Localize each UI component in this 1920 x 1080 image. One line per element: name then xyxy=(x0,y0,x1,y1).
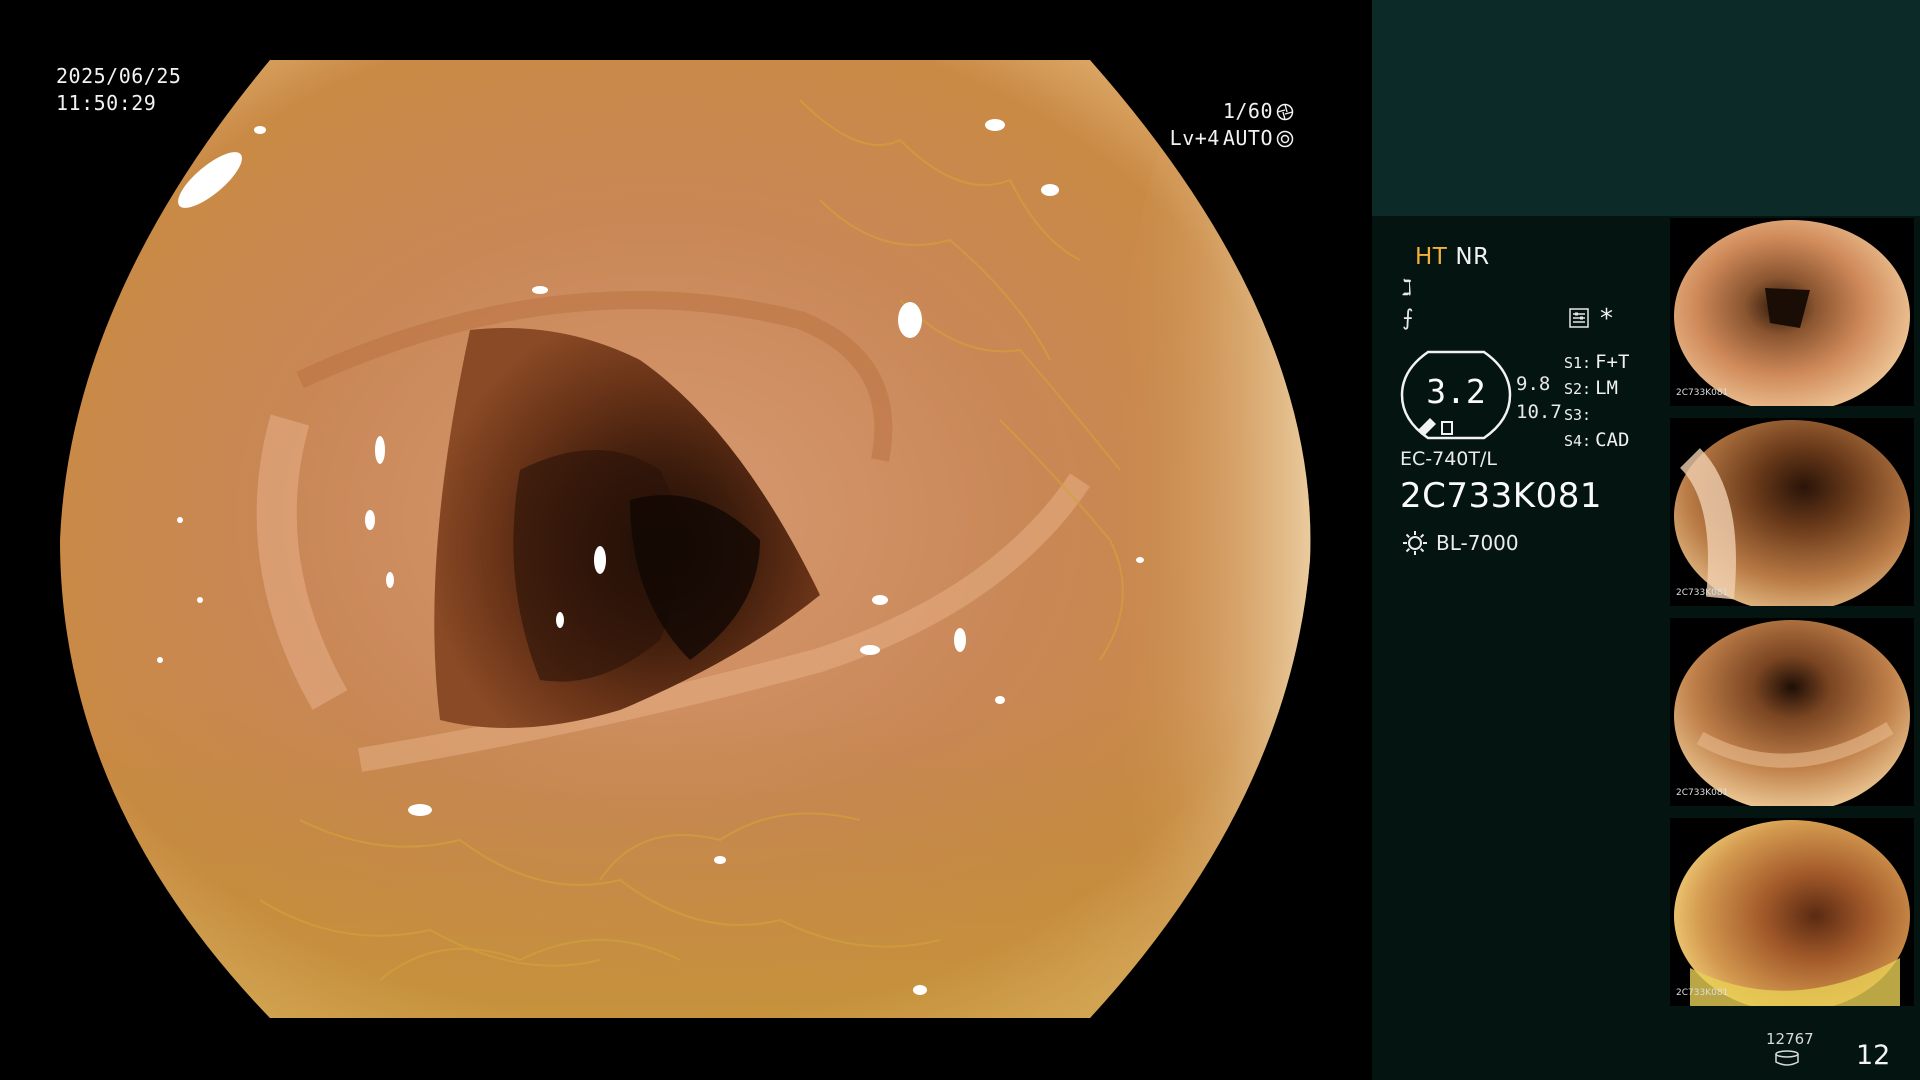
scope-model: EC-740T/L xyxy=(1400,448,1497,470)
image-count: 12767 xyxy=(1766,1030,1814,1048)
osd-time: 11:50:29 xyxy=(56,91,157,115)
endoscope-viewport: 2025/06/25 11:50:29 1/60 Lv+4 AUTO xyxy=(0,0,1372,1080)
page-number: 12 xyxy=(1856,1040,1891,1071)
panel-header-area xyxy=(1372,0,1920,216)
switch-row: S1: F+T xyxy=(1564,351,1630,373)
osd-date: 2025/06/25 xyxy=(56,64,182,88)
star-indicator: * xyxy=(1600,304,1613,334)
osd-iris: AUTO xyxy=(1222,126,1273,150)
thumbnail[interactable]: 2C733K081 xyxy=(1670,418,1914,606)
thumbnail-label: 2C733K081 xyxy=(1676,388,1729,398)
image-mode: HT NR xyxy=(1415,244,1490,270)
switch-row: S3: xyxy=(1564,406,1592,424)
color-enhance-icon: ⨍ xyxy=(1402,306,1414,331)
thumbnail-image xyxy=(1674,820,1910,1006)
switch-row: S4: CAD xyxy=(1564,429,1630,451)
thumbnail[interactable]: 2C733K081 xyxy=(1670,218,1914,406)
enhancement-gauge: 3.2 xyxy=(1400,350,1512,440)
thumbnail[interactable]: 2C733K081 xyxy=(1670,618,1914,806)
side-value-2: 10.7 xyxy=(1516,401,1562,423)
endoscope-live-image xyxy=(60,60,1311,1018)
switch-row: S2: LM xyxy=(1564,377,1618,399)
light-source-icon xyxy=(1403,531,1427,555)
thumbnail-label: 2C733K081 xyxy=(1676,588,1729,598)
thumbnail-label: 2C733K081 xyxy=(1676,988,1729,998)
capture-thumbnails: 2C733K081 2C733K081 2C733K081 2C733K081 xyxy=(1670,218,1914,1018)
thumbnail-image xyxy=(1674,420,1910,606)
osd-datetime: 2025/06/25 11:50:29 xyxy=(56,63,181,117)
memory-icon xyxy=(1569,308,1589,328)
thumbnail-label: 2C733K081 xyxy=(1676,788,1729,798)
osd-level: Lv+4 xyxy=(1169,126,1220,150)
shutter-icon xyxy=(1276,103,1294,120)
enhancement-value: 3.2 xyxy=(1426,372,1486,411)
light-source: BL-7000 xyxy=(1402,530,1519,556)
info-panel: HT NR ℷ ⨍ * 3.2 9.8 10.7 S1: F+T S2: LM S3: xyxy=(1372,0,1920,1080)
mode-nr-label: NR xyxy=(1455,244,1490,270)
enhancement-side-values: 9.8 10.7 xyxy=(1516,370,1562,426)
storage-icon xyxy=(1775,1050,1799,1066)
iris-icon xyxy=(1276,130,1294,147)
processor-settings: HT NR ℷ ⨍ * 3.2 9.8 10.7 S1: F+T S2: LM S3: xyxy=(1400,232,1700,572)
light-source-label: BL-7000 xyxy=(1436,531,1519,555)
scope-serial: 2C733K081 xyxy=(1400,476,1602,516)
thumbnail[interactable]: 2C733K081 xyxy=(1670,818,1914,1006)
osd-exposure: 1/60 Lv+4 AUTO xyxy=(1170,98,1294,152)
structure-enhance-icon: ℷ xyxy=(1402,276,1413,301)
osd-shutter-speed: 1/60 xyxy=(1222,99,1273,123)
mode-ht-label: HT xyxy=(1415,244,1448,270)
thumbnail-image xyxy=(1674,220,1910,406)
scope-switch-assignments: S1: F+T S2: LM S3: S4: CAD xyxy=(1564,350,1629,454)
side-value-1: 9.8 xyxy=(1516,373,1551,395)
thumbnail-image xyxy=(1674,620,1910,806)
